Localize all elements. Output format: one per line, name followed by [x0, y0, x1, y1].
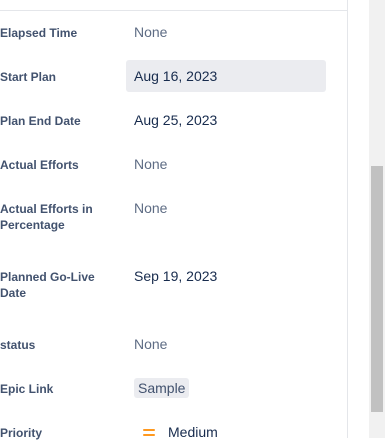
medium-priority-icon — [140, 423, 158, 441]
scrollbar-thumb[interactable] — [371, 166, 383, 412]
plan-end-date-label: Plan End Date — [0, 114, 81, 128]
actual-efforts-percentage-label: Actual Efforts in Percentage — [0, 202, 93, 232]
epic-link-lozenge[interactable]: Sample — [134, 378, 190, 398]
actual-efforts-value[interactable]: None — [126, 148, 326, 180]
epic-link-label: Epic Link — [0, 382, 54, 396]
priority-value[interactable]: Medium — [126, 416, 326, 448]
elapsed-time-label: Elapsed Time — [0, 26, 78, 40]
start-plan-value[interactable]: Aug 16, 2023 — [126, 60, 326, 92]
priority-label: Priority — [0, 426, 43, 440]
start-plan-label: Start Plan — [0, 70, 57, 84]
actual-efforts-percentage-value[interactable]: None — [126, 192, 326, 224]
actual-efforts-label: Actual Efforts — [0, 158, 79, 172]
epic-link-value[interactable]: Sample — [126, 372, 326, 404]
plan-end-date-value[interactable]: Aug 25, 2023 — [126, 104, 326, 136]
details-panel: Elapsed Time None Start Plan Aug 16, 202… — [0, 0, 348, 440]
top-divider — [0, 10, 348, 11]
planned-go-live-date-label: Planned Go-Live Date — [0, 270, 95, 300]
elapsed-time-value[interactable]: None — [126, 16, 326, 48]
panel-right-border — [347, 0, 348, 438]
planned-go-live-date-value[interactable]: Sep 19, 2023 — [126, 260, 326, 292]
status-label: status — [0, 338, 36, 352]
status-value[interactable]: None — [126, 328, 326, 360]
